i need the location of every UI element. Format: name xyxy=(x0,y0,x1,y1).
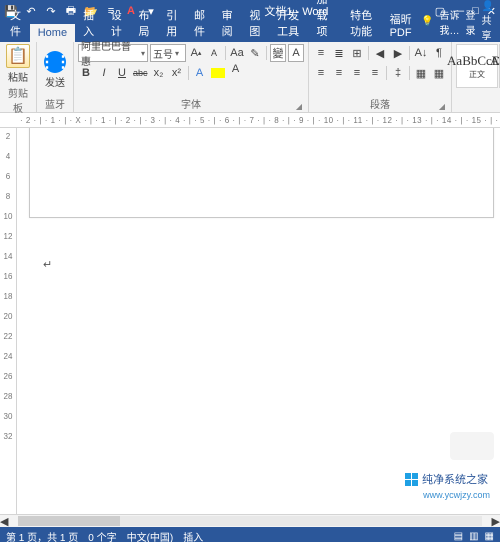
scroll-thumb[interactable] xyxy=(18,516,120,526)
page-1-bottom[interactable] xyxy=(29,128,494,218)
status-page[interactable]: 第 1 页，共 1 页 xyxy=(6,529,78,542)
tab-home[interactable]: Home xyxy=(30,24,75,42)
font-family-combo[interactable]: 阿里巴巴普惠▾ xyxy=(78,44,148,62)
tab-design[interactable]: 设计 xyxy=(103,4,131,42)
group-clipboard: 📋 粘贴 剪贴板 xyxy=(0,42,37,112)
chevron-down-icon: ▾ xyxy=(175,49,179,58)
scroll-track[interactable] xyxy=(18,516,481,526)
group-styles-label: 样式◢ xyxy=(456,95,500,112)
shading-button[interactable]: ▦ xyxy=(413,64,429,82)
brand-text: 纯净系统之家 xyxy=(422,471,488,487)
align-center-button[interactable]: ≡ xyxy=(331,64,347,82)
char-border-button[interactable]: A xyxy=(288,44,304,62)
tab-features[interactable]: 特色功能 xyxy=(342,4,381,42)
status-words[interactable]: 0 个字 xyxy=(88,529,116,542)
workspace: 2468101214161820222426283032 ↵ 纯净系统之家 ww… xyxy=(0,128,500,514)
bold-button[interactable]: B xyxy=(78,64,94,82)
page-area[interactable]: ↵ 纯净系统之家 www.ycwjzy.com xyxy=(17,128,500,514)
grow-font-button[interactable]: A▴ xyxy=(188,44,204,62)
change-case-button[interactable]: Aa xyxy=(229,44,245,62)
group-styles: AaBbCcDc正文 AaBbCcDc无间隔 AaBl标题 1 ▴▾▿ 样式◢ xyxy=(452,42,500,112)
tab-foxit-pdf[interactable]: 福昕PDF xyxy=(382,8,421,42)
bullets-button[interactable]: ≡ xyxy=(313,44,329,62)
group-font-label: 字体◢ xyxy=(78,95,304,112)
shrink-font-button[interactable]: A xyxy=(206,44,222,62)
status-language[interactable]: 中文(中国) xyxy=(127,529,174,542)
clear-format-button[interactable]: ✎ xyxy=(247,44,263,62)
tab-view[interactable]: 视图 xyxy=(241,4,269,42)
justify-button[interactable]: ≡ xyxy=(367,64,383,82)
multilevel-list-button[interactable]: ⊞ xyxy=(349,44,365,62)
tell-me-icon[interactable]: 💡 xyxy=(421,16,433,27)
status-insert[interactable]: 插入 xyxy=(183,529,203,542)
highlight-button[interactable] xyxy=(210,64,226,82)
italic-button[interactable]: I xyxy=(96,64,112,82)
align-right-button[interactable]: ≡ xyxy=(349,64,365,82)
horizontal-scrollbar[interactable]: ◀ ▶ xyxy=(0,514,500,527)
status-bar: 第 1 页，共 1 页 0 个字 中文(中国) 插入 ▤ ▥ ▦ xyxy=(0,527,500,542)
group-bluetooth-label: 蓝牙 xyxy=(41,95,69,112)
scroll-left-icon[interactable]: ◀ xyxy=(0,515,8,528)
tab-mailings[interactable]: 邮件 xyxy=(186,4,214,42)
group-paragraph-label: 段落◢ xyxy=(313,95,447,112)
ribbon-tabs: 文件 Home 插入 设计 布局 引用 邮件 审阅 视图 开发工具 加载项 特色… xyxy=(0,22,500,42)
text-effects-button[interactable]: A xyxy=(192,64,208,82)
share-button[interactable]: 👤 共享 xyxy=(482,1,494,42)
borders-button[interactable]: ▦ xyxy=(431,64,447,82)
tab-review[interactable]: 审阅 xyxy=(214,4,242,42)
bluetooth-icon: ⋮⋮ xyxy=(44,51,66,73)
show-marks-button[interactable]: ¶ xyxy=(431,44,447,62)
tab-file[interactable]: 文件 xyxy=(2,4,30,42)
underline-button[interactable]: U xyxy=(114,64,130,82)
view-print-icon[interactable]: ▥ xyxy=(469,531,478,542)
group-font: 阿里巴巴普惠▾ 五号▾ A▴ A Aa ✎ 變 A B I U abc x₂ xyxy=(74,42,309,112)
ribbon: 📋 粘贴 剪贴板 ⋮⋮ 发送 蓝牙 阿里巴巴普惠▾ 五号▾ A▴ A xyxy=(0,42,500,113)
tell-me-text[interactable]: 告诉我… xyxy=(440,7,460,37)
font-size-combo[interactable]: 五号▾ xyxy=(150,44,186,62)
sort-button[interactable]: A↓ xyxy=(413,44,429,62)
tab-developer[interactable]: 开发工具 xyxy=(269,4,308,42)
paste-button[interactable]: 📋 粘贴 xyxy=(4,44,32,84)
watermark-ghost-icon xyxy=(450,432,494,460)
view-web-icon[interactable]: ▦ xyxy=(485,531,494,542)
font-color-button[interactable]: A xyxy=(228,64,244,82)
tab-addins[interactable]: 加载项 xyxy=(309,0,343,42)
align-left-button[interactable]: ≡ xyxy=(313,64,329,82)
view-read-icon[interactable]: ▤ xyxy=(454,531,463,542)
chevron-down-icon: ▾ xyxy=(141,49,145,58)
vertical-ruler[interactable]: 2468101214161820222426283032 xyxy=(0,128,17,514)
brand-logo-icon xyxy=(405,473,418,486)
group-clipboard-label: 剪贴板 xyxy=(4,84,32,116)
paste-icon: 📋 xyxy=(6,44,30,68)
tab-layout[interactable]: 布局 xyxy=(131,4,159,42)
line-spacing-button[interactable]: ‡ xyxy=(390,64,406,82)
decrease-indent-button[interactable]: ◀ xyxy=(372,44,388,62)
text-cursor: ↵ xyxy=(43,258,52,271)
brand-url: www.ycwjzy.com xyxy=(423,490,490,500)
increase-indent-button[interactable]: ▶ xyxy=(390,44,406,62)
redo-icon[interactable]: ↷ xyxy=(44,4,58,18)
dialog-launcher-icon[interactable]: ◢ xyxy=(296,102,302,111)
group-bluetooth: ⋮⋮ 发送 蓝牙 xyxy=(37,42,74,112)
strike-button[interactable]: abc xyxy=(132,64,149,82)
scroll-right-icon[interactable]: ▶ xyxy=(492,515,500,528)
tab-references[interactable]: 引用 xyxy=(158,4,186,42)
tab-insert[interactable]: 插入 xyxy=(75,4,103,42)
paste-label: 粘贴 xyxy=(8,69,28,84)
bluetooth-send-button[interactable]: ⋮⋮ 发送 xyxy=(41,44,69,95)
subscript-button[interactable]: x₂ xyxy=(151,64,167,82)
highlight-icon xyxy=(211,68,225,78)
brand-watermark: 纯净系统之家 xyxy=(401,470,492,488)
sign-in-link[interactable]: 登录 xyxy=(466,7,476,37)
horizontal-ruler[interactable]: · 2 · | · 1 · | · X · | · 1 · | · 2 · | … xyxy=(0,113,500,128)
dialog-launcher-icon[interactable]: ◢ xyxy=(439,102,445,111)
bluetooth-label: 发送 xyxy=(45,74,65,89)
superscript-button[interactable]: x² xyxy=(169,64,185,82)
phonetic-guide-button[interactable]: 變 xyxy=(270,44,286,62)
tab-right-area: 💡 告诉我… 登录 👤 共享 xyxy=(421,1,500,42)
numbering-button[interactable]: ≣ xyxy=(331,44,347,62)
group-paragraph: ≡ ≣ ⊞ ◀ ▶ A↓ ¶ ≡ ≡ ≡ ≡ ‡ xyxy=(309,42,452,112)
